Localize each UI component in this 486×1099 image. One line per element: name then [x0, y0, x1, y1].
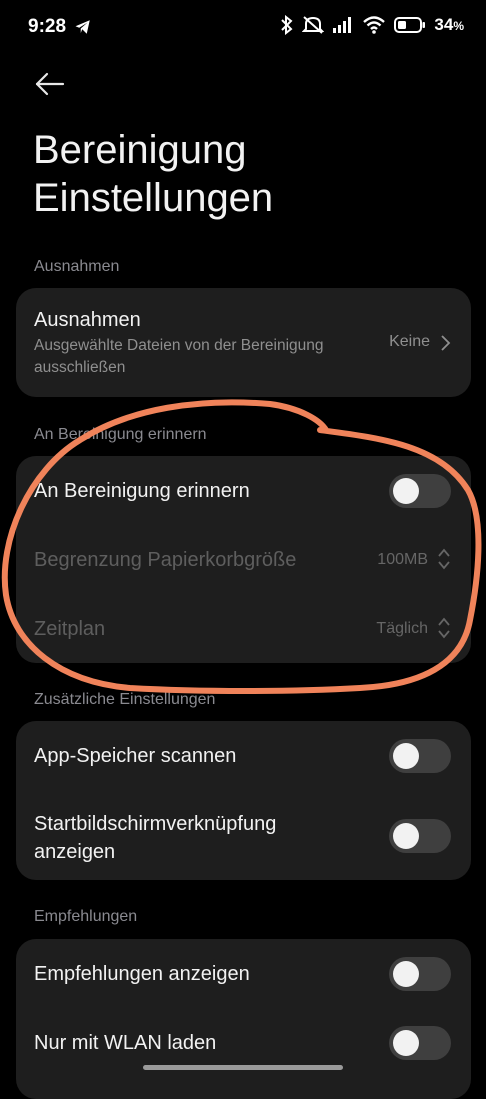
schedule-row[interactable]: Zeitplan Täglich: [16, 594, 471, 663]
exceptions-subtitle: Ausgewählte Dateien von der Bereinigung …: [34, 337, 324, 376]
bluetooth-icon: [281, 15, 293, 35]
status-time: 9:28: [28, 16, 67, 37]
back-arrow-icon[interactable]: [34, 68, 66, 100]
page-title: Bereinigung Einstellungen: [33, 128, 274, 220]
reminder-toggle-row[interactable]: An Bereinigung erinnern: [16, 456, 471, 525]
card-reminder: An Bereinigung erinnern Begrenzung Papie…: [16, 456, 471, 663]
chevron-right-icon: [441, 335, 451, 351]
exceptions-title: Ausnahmen: [34, 309, 141, 331]
reminder-title: An Bereinigung erinnern: [34, 480, 250, 502]
show-recommendations-title: Empfehlungen anzeigen: [34, 963, 250, 985]
status-icons: 34%: [280, 15, 464, 35]
card-exceptions: Ausnahmen Ausgewählte Dateien von der Be…: [16, 288, 471, 397]
wlan-only-title: Nur mit WLAN laden: [34, 1032, 217, 1054]
chevron-updown-icon: [438, 617, 450, 639]
home-indicator[interactable]: [143, 1065, 343, 1070]
battery-icon: [394, 17, 426, 33]
toggle-knob: [393, 1030, 419, 1056]
exceptions-row[interactable]: Ausnahmen Ausgewählte Dateien von der Be…: [16, 288, 471, 397]
card-recommendations: Empfehlungen anzeigen Nur mit WLAN laden: [16, 939, 471, 1099]
section-label-reminder: An Bereinigung erinnern: [34, 426, 207, 443]
show-recommendations-row[interactable]: Empfehlungen anzeigen: [16, 939, 471, 1008]
show-recommendations-toggle[interactable]: [389, 957, 451, 991]
app-scan-toggle[interactable]: [389, 739, 451, 773]
section-label-additional: Zusätzliche Einstellungen: [34, 691, 216, 708]
exceptions-value: Keine: [389, 333, 430, 350]
card-additional: App-Speicher scannen Startbildschirmverk…: [16, 721, 471, 880]
wifi-icon: [363, 16, 386, 34]
toggle-knob: [393, 478, 419, 504]
section-label-exceptions: Ausnahmen: [34, 258, 120, 275]
shortcut-row[interactable]: Startbildschirmverknüpfung anzeigen: [16, 789, 471, 880]
trash-size-value: 100MB: [377, 551, 428, 568]
shortcut-title: Startbildschirmverknüpfung anzeigen: [34, 813, 277, 863]
section-label-recommendations: Empfehlungen: [34, 908, 138, 925]
toggle-knob: [393, 961, 419, 987]
reminder-toggle[interactable]: [389, 474, 451, 508]
mute-icon: [302, 16, 325, 34]
chevron-updown-icon: [438, 548, 450, 570]
wlan-only-toggle[interactable]: [389, 1026, 451, 1060]
schedule-title: Zeitplan: [34, 618, 106, 640]
shortcut-toggle[interactable]: [389, 819, 451, 853]
toggle-knob: [393, 743, 419, 769]
battery-percent: 34%: [434, 15, 464, 34]
trash-size-row[interactable]: Begrenzung Papierkorbgröße 100MB: [16, 525, 471, 594]
app-scan-row[interactable]: App-Speicher scannen: [16, 721, 471, 789]
schedule-value: Täglich: [376, 620, 428, 637]
status-bar: 9:28 34%: [0, 0, 486, 56]
signal-icon: [333, 17, 352, 33]
telegram-icon: [75, 20, 90, 34]
trash-size-title: Begrenzung Papierkorbgröße: [34, 549, 297, 571]
toggle-knob: [393, 823, 419, 849]
app-scan-title: App-Speicher scannen: [34, 745, 237, 767]
